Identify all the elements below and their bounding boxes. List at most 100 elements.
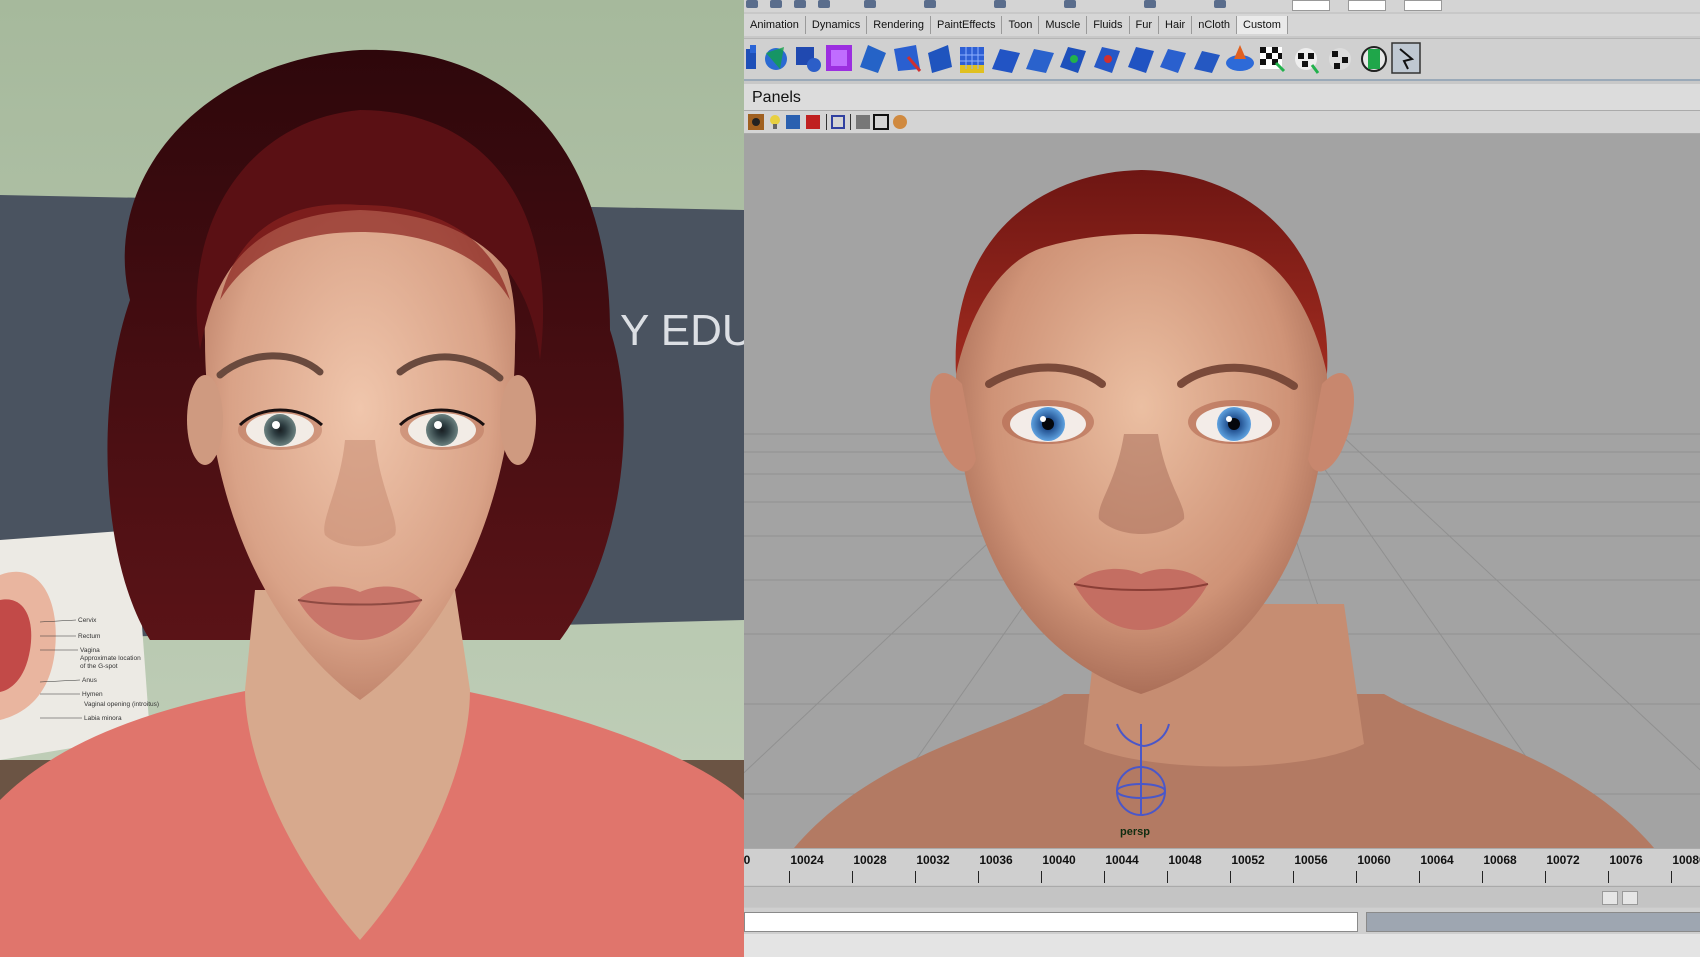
checker-ball-icon[interactable] [1329,48,1351,70]
range-start-button[interactable] [1602,891,1618,905]
xray-icon[interactable] [893,115,907,129]
command-line [744,908,1700,934]
tab-fur[interactable]: Fur [1130,16,1160,34]
frame-tick [1167,871,1168,883]
tool-icon[interactable] [864,0,876,8]
wireframe-cube-icon[interactable] [786,115,800,129]
tab-dynamics[interactable]: Dynamics [806,16,868,34]
tab-custom[interactable]: Custom [1237,16,1288,34]
material-ball-icon[interactable] [1361,46,1387,72]
frame-tick [1608,871,1609,883]
svg-text:of the G-spot: of the G-spot [80,663,118,670]
frame-tick [1041,871,1042,883]
numeric-input-y[interactable] [1348,0,1386,11]
shaded-cube-icon[interactable] [806,115,820,129]
merge-icon[interactable] [1060,47,1086,73]
shelf-icon-row [744,38,1700,81]
svg-text:Labia minora: Labia minora [84,715,122,722]
tab-painteffects[interactable]: PaintEffects [931,16,1003,34]
frame-tick [1104,871,1105,883]
frame-tick [1545,871,1546,883]
tab-fluids[interactable]: Fluids [1087,16,1130,34]
tool-icon[interactable] [1214,0,1226,8]
uv-grid-icon[interactable] [960,47,984,73]
frame-tick [1230,871,1231,883]
tool-icon[interactable] [924,0,936,8]
frame-tick [789,871,790,883]
offset-icon[interactable] [1160,49,1186,73]
panel-toolbar [744,111,1700,134]
tool-icon[interactable] [1064,0,1076,8]
numeric-input-x[interactable] [1292,0,1330,11]
frame-label: 10056 [1294,853,1328,867]
svg-text:Approximate location: Approximate location [80,655,141,662]
plane-tool-icon[interactable] [992,49,1020,73]
tool-icon[interactable] [818,0,830,8]
bevel-icon[interactable] [928,45,952,73]
numeric-input-z[interactable] [1404,0,1442,11]
tab-ncloth[interactable]: nCloth [1192,16,1237,34]
frame-label: 10060 [1357,853,1391,867]
tab-rendering[interactable]: Rendering [867,16,931,34]
cube-tool-icon[interactable] [796,47,821,72]
checker-icon[interactable] [1260,47,1286,73]
frame-label: 10044 [1105,853,1139,867]
frame-label: 10072 [1546,853,1580,867]
command-result-field [1366,912,1700,932]
checker-sphere-icon[interactable] [1295,48,1320,74]
range-slider[interactable] [744,886,1700,907]
maya-window: Animation Dynamics Rendering PaintEffect… [744,0,1700,957]
frame-label: 10076 [1609,853,1643,867]
status-line-toolbar [744,0,1700,12]
shelf-icon-set [746,42,1421,74]
perspective-viewport[interactable]: persp [744,134,1700,848]
frame-label: 10040 [1042,853,1076,867]
frame-label: 10048 [1168,853,1202,867]
select-tool-icon[interactable] [1391,42,1421,74]
extrude-icon[interactable] [860,45,886,73]
frame-label: 10032 [916,853,950,867]
polygon-tool-icon[interactable] [746,45,756,69]
tool-icon[interactable] [770,0,782,8]
tool-icon[interactable] [746,0,758,8]
frame-label: 0 [744,853,751,867]
poke-icon[interactable] [1128,47,1154,73]
sphere-tool-icon[interactable] [765,47,787,70]
duplicate-icon[interactable] [1194,51,1220,73]
camera-icon[interactable] [748,114,764,130]
light-icon[interactable] [770,115,780,129]
frame-label: 10052 [1231,853,1265,867]
right-eye [398,408,486,450]
panels-menu[interactable]: Panels [752,89,801,107]
render-cube-icon[interactable] [826,45,852,71]
command-input[interactable] [744,912,1358,932]
game-render-view: Y EDUC Cervix Rectum Vagina Approximate … [0,0,744,957]
grid-icon[interactable] [856,115,870,129]
tab-hair[interactable]: Hair [1159,16,1193,34]
tab-animation[interactable]: Animation [744,16,806,34]
tool-icon[interactable] [994,0,1006,8]
right-eye [1188,400,1280,444]
frame-tick [1419,871,1420,883]
svg-text:Vagina: Vagina [80,647,100,654]
frame-label: 10080 [1672,853,1700,867]
frame-all-icon[interactable] [831,115,845,129]
tool-icon[interactable] [1144,0,1156,8]
panels-menu-bar: Panels [744,84,1700,111]
time-slider[interactable]: 0 10024 10028 10032 10036 10040 10044 10048 1005… [744,848,1700,885]
frame-tick [978,871,979,883]
bridge-icon[interactable] [1026,49,1054,73]
resolution-gate-icon[interactable] [873,114,889,130]
tab-muscle[interactable]: Muscle [1039,16,1088,34]
wedge-icon[interactable] [1094,47,1120,73]
tab-toon[interactable]: Toon [1002,16,1040,34]
svg-text:Vaginal opening (introitus): Vaginal opening (introitus) [84,701,159,708]
split-poly-icon[interactable] [894,45,922,72]
range-end-button[interactable] [1622,891,1638,905]
left-eye [238,408,324,450]
frame-label: 10024 [790,853,824,867]
tool-icon[interactable] [794,0,806,8]
transform-icon[interactable] [1226,45,1254,71]
chalkboard-text: Y EDUC [620,306,744,355]
frame-tick [1671,871,1672,883]
